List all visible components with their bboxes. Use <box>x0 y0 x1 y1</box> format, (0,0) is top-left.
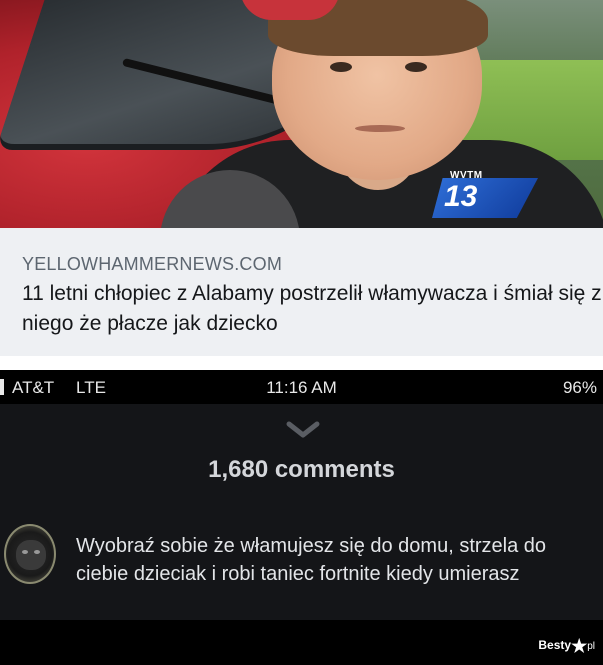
avatar[interactable] <box>4 524 56 584</box>
watermark-brand: Besty <box>538 638 572 652</box>
mouth <box>355 125 405 132</box>
gorilla-left-eye <box>22 550 28 554</box>
battery-percent: 96% <box>562 378 597 397</box>
watermark-suffix: pl <box>587 641 595 652</box>
gorilla-right-eye <box>34 550 40 554</box>
left-eye <box>330 62 352 72</box>
right-eye <box>405 62 427 72</box>
comment-text: Wyobraź sobie że włamujesz się do domu, … <box>76 535 547 585</box>
logo-number: 13 <box>444 180 478 213</box>
star-icon: ★ <box>571 636 588 656</box>
watermark: Besty★pl <box>538 636 595 657</box>
channel-logo: WVTM 13 <box>432 170 538 220</box>
status-bar: AT&T LTE 11:16 AM 96% <box>0 370 603 404</box>
comment-count[interactable]: 1,680 comments <box>0 456 603 484</box>
gorilla-face <box>16 540 46 570</box>
clock: 11:16 AM <box>266 378 337 397</box>
news-photo: WVTM 13 <box>0 0 603 228</box>
bottom-bar: Besty★pl <box>0 620 603 665</box>
article-source: YELLOWHAMMERNEWS.COM <box>22 254 283 274</box>
article-card[interactable]: YELLOWHAMMERNEWS.COM 11 letni chłopiec z… <box>0 228 603 356</box>
divider <box>0 356 603 370</box>
article-title[interactable]: 11 letni chłopiec z Alabamy postrzelił w… <box>22 279 602 339</box>
chevron-down-icon[interactable] <box>285 420 321 440</box>
comments-panel: 1,680 comments Wyobraź sobie że włamujes… <box>0 404 603 620</box>
